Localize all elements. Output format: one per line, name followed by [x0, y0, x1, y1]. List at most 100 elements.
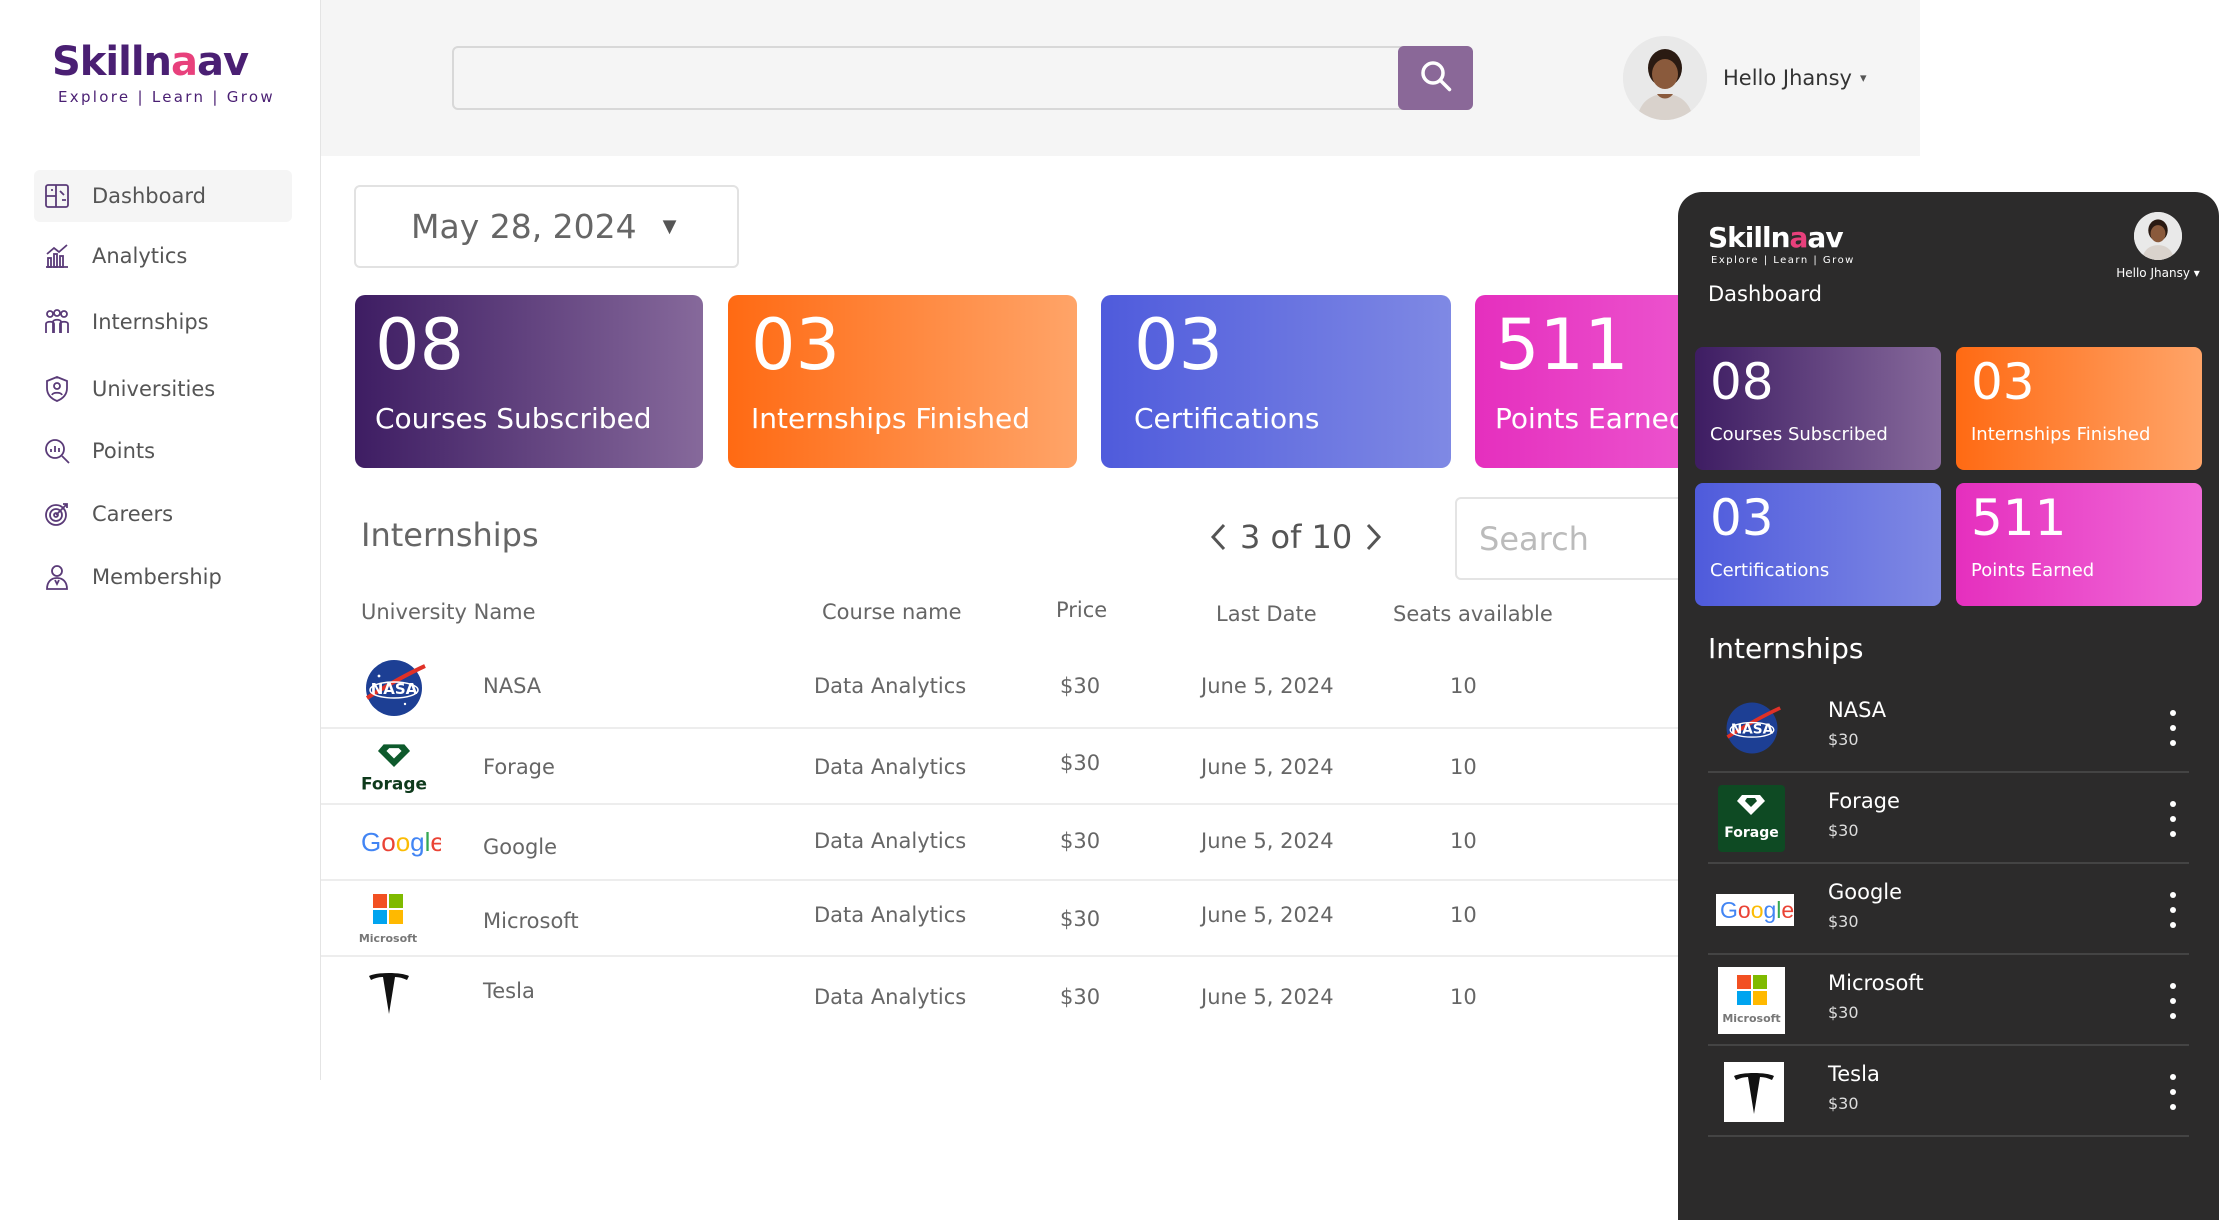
svg-text:Microsoft: Microsoft	[1722, 1012, 1780, 1025]
avatar	[1623, 36, 1707, 120]
course-name: Data Analytics	[814, 755, 967, 779]
sidebar-item-label: Careers	[92, 502, 174, 526]
more-options-icon[interactable]	[2167, 801, 2179, 837]
points-icon	[42, 436, 72, 466]
list-item[interactable]: NASA NASA $30	[1708, 682, 2189, 773]
stat-label: Points Earned	[1971, 560, 2095, 581]
date-selector[interactable]: May 28, 2024 ▼	[354, 185, 739, 268]
list-item[interactable]: Forage Forage $30	[1708, 773, 2189, 864]
price: $30	[1060, 829, 1101, 853]
sidebar-item-label: Internships	[92, 310, 209, 334]
sidebar-item-label: Membership	[92, 565, 222, 589]
more-options-icon[interactable]	[2167, 892, 2179, 928]
list-item[interactable]: Tesla $30	[1708, 1046, 2189, 1137]
analytics-icon	[42, 241, 72, 271]
sidebar-item-membership[interactable]: Membership	[34, 551, 292, 603]
column-header: Last Date	[1216, 602, 1317, 626]
brand-tagline: Explore | Learn | Grow	[1711, 255, 1855, 266]
stat-value: 08	[1710, 353, 1774, 411]
svg-text:Microsoft: Microsoft	[359, 932, 417, 945]
column-header: University Name	[361, 600, 536, 624]
pagination-label: 3 of 10	[1240, 518, 1353, 556]
chevron-down-icon: ▾	[1859, 70, 1867, 86]
search-button[interactable]	[1398, 46, 1473, 110]
search-input[interactable]	[454, 48, 1394, 108]
item-name: Microsoft	[1828, 971, 1924, 995]
sidebar-item-universities[interactable]: Universities	[34, 363, 292, 415]
stat-value: 03	[1134, 304, 1224, 386]
last-date: June 5, 2024	[1201, 829, 1334, 853]
seats-available: 10	[1450, 674, 1477, 698]
internships-icon	[42, 307, 72, 337]
section-title: Internships	[1708, 632, 1864, 665]
user-menu[interactable]: Hello Jhansy ▾	[1623, 36, 1866, 120]
last-date: June 5, 2024	[1201, 903, 1334, 927]
table-row[interactable]: Microsoft Microsoft Data Analytics $30 J…	[321, 881, 1685, 957]
nasa-logo: NASA	[361, 655, 427, 721]
more-options-icon[interactable]	[2167, 983, 2179, 1019]
stat-label: Internships Finished	[751, 402, 1031, 435]
microsoft-logo: Microsoft	[359, 887, 419, 953]
stat-card-certifications[interactable]: 03 Certifications	[1695, 483, 1941, 606]
brand-logo[interactable]: Skillnaav Explore | Learn | Grow	[52, 42, 275, 106]
stat-value: 03	[1710, 489, 1774, 547]
forage-logo: Forage	[361, 734, 427, 800]
nasa-logo: NASA	[1718, 694, 1785, 761]
list-item[interactable]: Google Google $30	[1708, 864, 2189, 955]
universities-icon	[42, 374, 72, 404]
stat-label: Internships Finished	[1971, 424, 2151, 445]
top-header: Hello Jhansy ▾	[321, 0, 1920, 156]
column-header: Course name	[822, 600, 962, 624]
brand-tagline: Explore | Learn | Grow	[58, 88, 275, 106]
course-name: Data Analytics	[814, 829, 967, 853]
more-options-icon[interactable]	[2167, 710, 2179, 746]
table-row[interactable]: Forage Forage Data Analytics $30 June 5,…	[321, 729, 1685, 805]
stat-value: 03	[751, 304, 841, 386]
sidebar-item-label: Points	[92, 439, 156, 463]
page-title: Dashboard	[1708, 282, 1822, 306]
university-name: Microsoft	[483, 909, 579, 933]
more-options-icon[interactable]	[2167, 1074, 2179, 1110]
table-row[interactable]: Google Google Data Analytics $30 June 5,…	[321, 805, 1685, 881]
stat-card-internships[interactable]: 03 Internships Finished	[1956, 347, 2202, 470]
sidebar-item-label: Universities	[92, 377, 216, 401]
user-greeting: Hello Jhansy	[1723, 66, 1852, 90]
stat-card-courses[interactable]: 08 Courses Subscribed	[355, 295, 703, 468]
google-logo: Google	[361, 809, 441, 875]
google-logo: Google	[1716, 876, 1794, 943]
list-item[interactable]: Microsoft Microsoft $30	[1708, 955, 2189, 1046]
price: $30	[1060, 985, 1101, 1009]
university-name: Forage	[483, 755, 555, 779]
course-name: Data Analytics	[814, 985, 967, 1009]
sidebar-item-analytics[interactable]: Analytics	[34, 230, 292, 282]
sidebar-item-points[interactable]: Points	[34, 425, 292, 477]
svg-text:Google: Google	[361, 827, 441, 857]
selected-date: May 28, 2024	[411, 207, 637, 246]
university-name: Google	[483, 835, 558, 859]
chevron-down-icon: ▼	[662, 216, 677, 237]
sidebar-item-internships[interactable]: Internships	[34, 296, 292, 348]
stat-label: Certifications	[1710, 560, 1830, 581]
stat-card-internships[interactable]: 03 Internships Finished	[728, 295, 1077, 468]
stat-label: Courses Subscribed	[375, 402, 652, 435]
chevron-right-icon[interactable]	[1364, 522, 1384, 552]
last-date: June 5, 2024	[1201, 674, 1334, 698]
table-row[interactable]: Tesla Data Analytics $30 June 5, 2024 10	[321, 957, 1685, 1033]
stat-card-points[interactable]: 511 Points Earned	[1956, 483, 2202, 606]
avatar	[2134, 212, 2182, 260]
chevron-left-icon[interactable]	[1208, 522, 1228, 552]
stat-card-certifications[interactable]: 03 Certifications	[1101, 295, 1451, 468]
brand-logo[interactable]: Skillnaav Explore | Learn | Grow	[1708, 224, 1855, 267]
table-row[interactable]: NASA NASA Data Analytics $30 June 5, 202…	[321, 652, 1685, 729]
item-name: Google	[1828, 880, 1903, 904]
table-search-input[interactable]: Search	[1455, 497, 1685, 580]
user-menu[interactable]: Hello Jhansy ▾	[2108, 212, 2208, 280]
sidebar-item-dashboard[interactable]: Dashboard	[34, 170, 292, 222]
stat-label: Courses Subscribed	[1710, 424, 1888, 445]
stat-card-courses[interactable]: 08 Courses Subscribed	[1695, 347, 1941, 470]
sidebar-item-careers[interactable]: Careers	[34, 488, 292, 540]
dashboard-icon	[42, 181, 72, 211]
university-name: NASA	[483, 674, 542, 698]
stat-value: 08	[375, 304, 465, 386]
last-date: June 5, 2024	[1201, 985, 1334, 1009]
